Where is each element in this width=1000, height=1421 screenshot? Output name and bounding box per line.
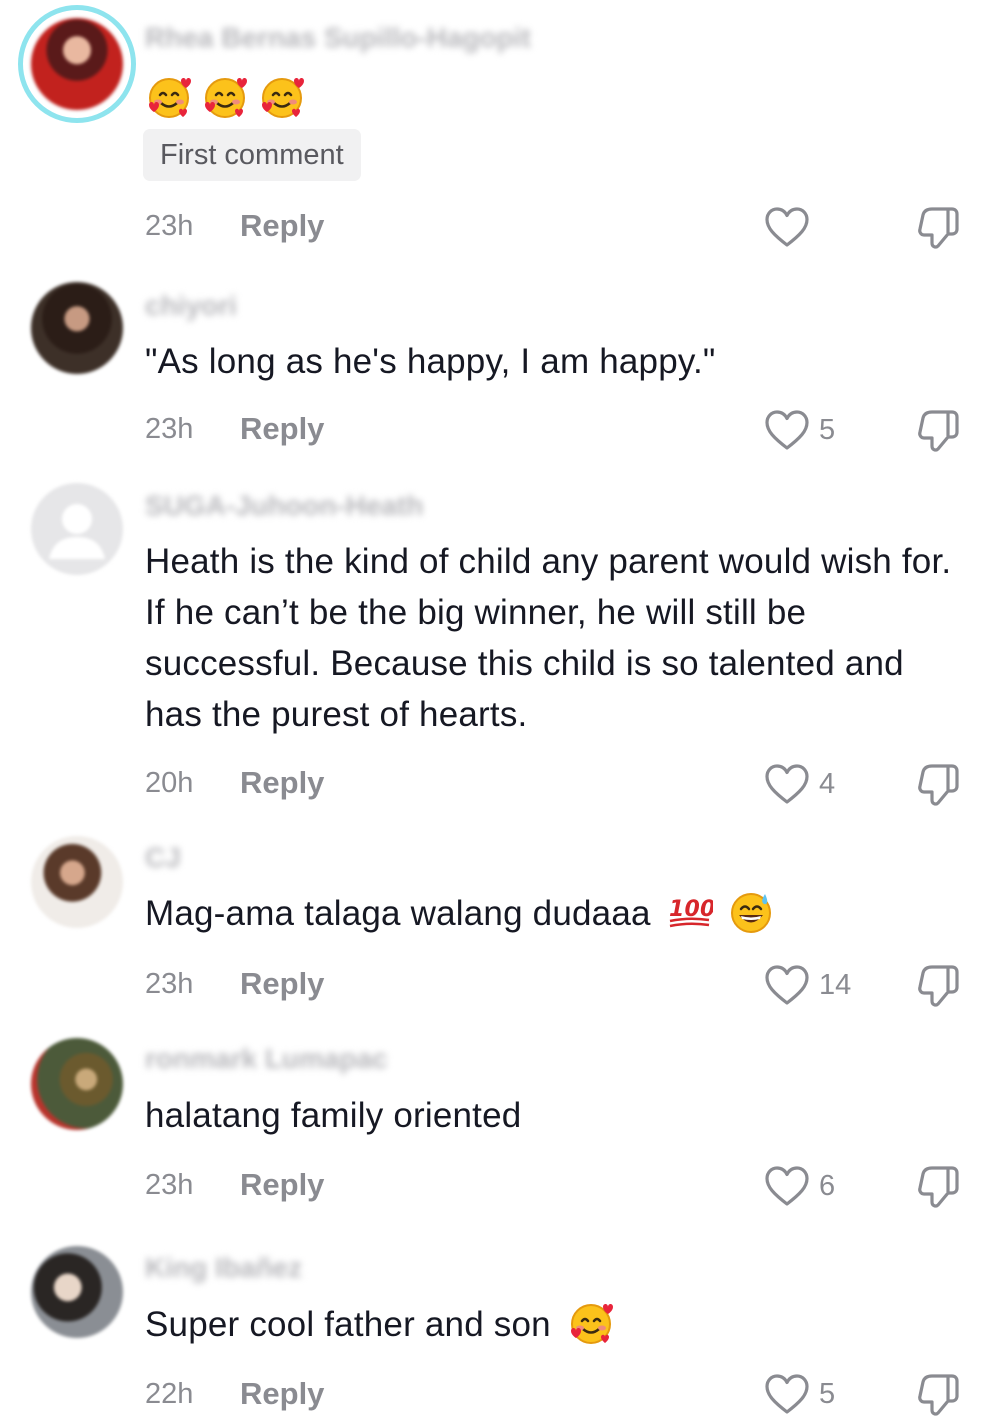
like-count: 5 <box>819 414 836 446</box>
comment-time: 23h <box>145 1169 194 1201</box>
dislike-icon[interactable] <box>914 760 962 808</box>
comment-text: Heath is the kind of child any parent wo… <box>145 542 952 734</box>
reply-button[interactable]: Reply <box>240 1167 324 1203</box>
comment-text-body: Super cool father and son <box>145 1305 551 1344</box>
reply-button[interactable]: Reply <box>240 966 324 1002</box>
comment-username[interactable]: King Ibañez <box>145 1252 302 1284</box>
comment-username[interactable]: CJ <box>145 842 181 874</box>
comment-time: 20h <box>145 767 194 799</box>
comment-username[interactable]: SUGA-Juhoon-Heath <box>145 490 423 522</box>
avatar[interactable] <box>31 282 123 374</box>
dislike-icon[interactable] <box>914 1370 962 1418</box>
like-count: 5 <box>819 1378 836 1410</box>
smiling-face-with-hearts-icon <box>205 78 248 118</box>
comment-text: Super cool father and son <box>145 1299 955 1351</box>
heart-icon[interactable] <box>764 1165 810 1207</box>
comment-username[interactable]: Rhea Bernas Supillo-Hagopit <box>145 22 531 54</box>
reply-button[interactable]: Reply <box>240 1376 324 1412</box>
dislike-icon[interactable] <box>914 961 962 1009</box>
dislike-icon[interactable] <box>914 1162 962 1210</box>
avatar[interactable] <box>18 5 136 123</box>
comment-time: 23h <box>145 210 194 242</box>
comment-text: halatang family oriented <box>145 1096 522 1135</box>
heart-icon[interactable] <box>764 763 810 805</box>
comment-time: 23h <box>145 413 194 445</box>
comment-emoji-row <box>145 73 306 123</box>
hundred-points-icon: 100 <box>669 897 713 927</box>
default-avatar-icon <box>49 504 105 559</box>
reply-button[interactable]: Reply <box>240 765 324 801</box>
avatar[interactable] <box>31 483 123 575</box>
comment-text: Mag-ama talaga walang dudaaa 100 <box>145 888 955 940</box>
comment-username[interactable]: ronmark Lumapac <box>145 1043 388 1075</box>
avatar[interactable] <box>31 1038 123 1130</box>
comment-username[interactable]: chiyori <box>145 290 237 322</box>
comment-time: 23h <box>145 968 194 1000</box>
comment-time: 22h <box>145 1378 194 1410</box>
reply-button[interactable]: Reply <box>240 208 324 244</box>
smiling-face-with-hearts-icon <box>570 1303 613 1344</box>
like-count: 4 <box>819 768 836 800</box>
smiling-face-with-hearts-icon <box>149 78 191 118</box>
dislike-icon[interactable] <box>914 203 962 251</box>
heart-icon[interactable] <box>764 409 810 451</box>
dislike-icon[interactable] <box>914 406 962 454</box>
grinning-sweat-icon <box>730 892 771 933</box>
heart-icon[interactable] <box>764 206 810 248</box>
avatar[interactable] <box>31 1246 123 1338</box>
comment-text: "As long as he's happy, I am happy." <box>145 342 716 381</box>
like-count: 6 <box>819 1170 836 1202</box>
comment-text-body: Mag-ama talaga walang dudaaa <box>145 894 651 933</box>
reply-button[interactable]: Reply <box>240 411 324 447</box>
smiling-face-with-hearts-icon <box>261 78 304 118</box>
avatar[interactable] <box>31 836 123 928</box>
heart-icon[interactable] <box>764 964 810 1006</box>
first-comment-badge: First comment <box>143 129 361 181</box>
like-count: 14 <box>819 969 852 1001</box>
heart-icon[interactable] <box>764 1373 810 1415</box>
